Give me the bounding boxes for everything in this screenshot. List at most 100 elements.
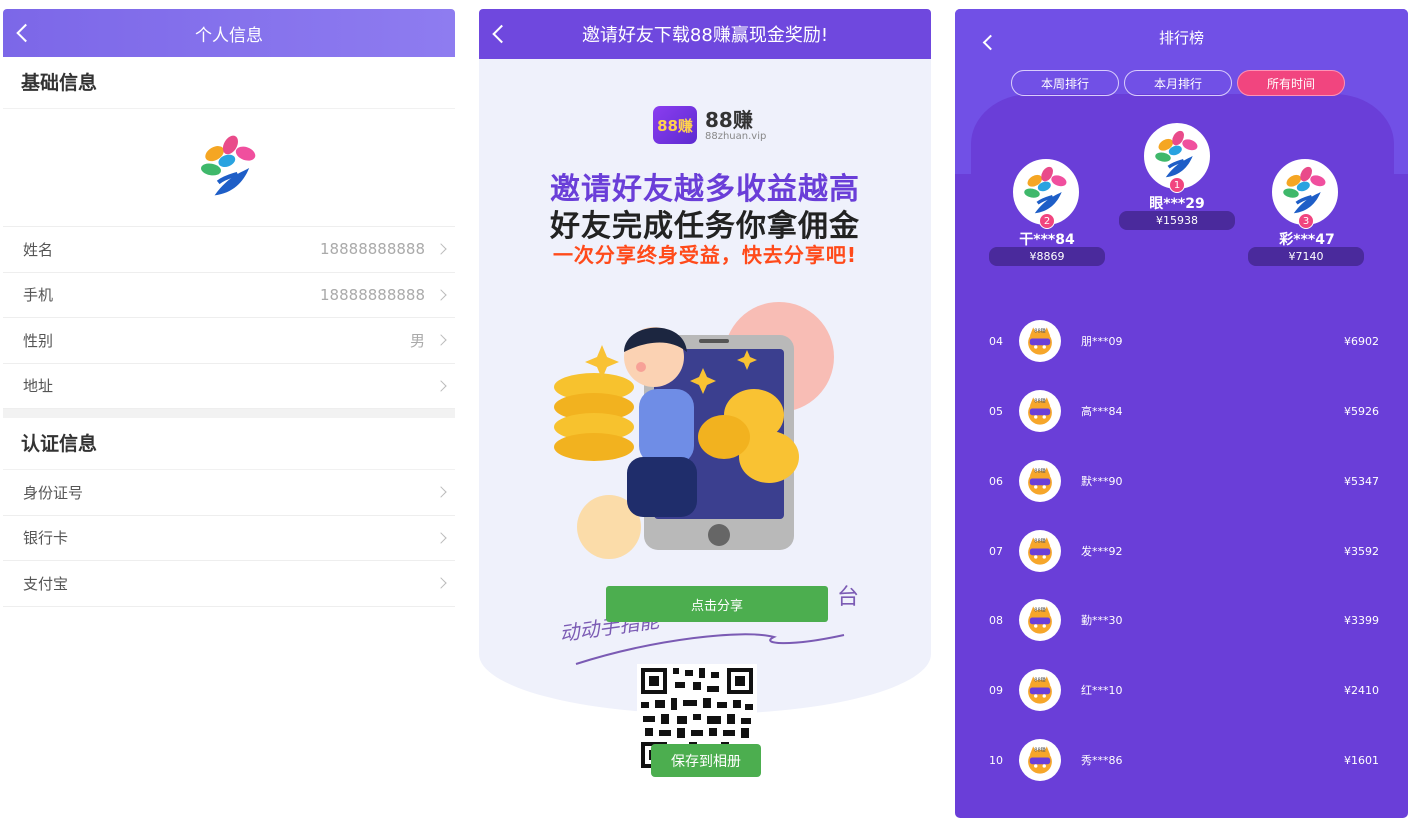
row-rank: 04 xyxy=(989,334,1003,348)
avatar xyxy=(1019,320,1061,362)
invite-header: 邀请好友下载88赚赢现金奖励! xyxy=(479,9,931,59)
app-logo-icon: 88赚 xyxy=(653,106,697,144)
row-address[interactable]: 地址 xyxy=(3,364,455,409)
cat-avatar-icon xyxy=(1023,743,1057,777)
avatar xyxy=(1149,128,1205,184)
row-amount: ¥3592 xyxy=(1344,544,1379,558)
cat-avatar-icon xyxy=(1023,394,1057,428)
row-value: 男 xyxy=(409,331,425,350)
invite-poster: 88赚 88赚 88zhuan.vip 邀请好友越多收益越高 好友完成任务你拿佣… xyxy=(479,59,931,714)
row-label: 地址 xyxy=(23,377,54,396)
row-phone[interactable]: 手机 18888888888 xyxy=(3,273,455,318)
leaderboard-row[interactable]: 04 朋***09 ¥6902 xyxy=(955,319,1408,363)
logo-badge-text: 88赚 xyxy=(657,116,693,135)
chevron-right-icon xyxy=(435,486,447,498)
tab-weekly[interactable]: 本周排行 xyxy=(1011,70,1119,96)
row-label: 姓名 xyxy=(23,240,54,259)
row-amount: ¥5926 xyxy=(1344,404,1379,418)
avatar xyxy=(1019,599,1061,641)
row-name: 红***10 xyxy=(1081,684,1123,697)
row-name[interactable]: 姓名 18888888888 xyxy=(3,227,455,273)
logo-name: 88赚 xyxy=(705,107,753,132)
leaderboard-screen: 排行榜 本周排行 本月排行 所有时间 1 眼***29 ¥15938 2 干**… xyxy=(955,9,1408,818)
row-label: 身份证号 xyxy=(23,483,84,502)
logo-url: 88zhuan.vip xyxy=(705,130,767,142)
row-amount: ¥2410 xyxy=(1344,683,1379,697)
chevron-right-icon xyxy=(435,532,447,544)
row-name: 朋***09 xyxy=(1081,335,1123,348)
avatar xyxy=(1019,739,1061,781)
row-id-card[interactable]: 身份证号 xyxy=(3,470,455,516)
cat-avatar-icon xyxy=(1023,534,1057,568)
row-label: 银行卡 xyxy=(23,529,69,548)
row-name: 发***92 xyxy=(1081,545,1123,558)
tab-monthly[interactable]: 本月排行 xyxy=(1124,70,1232,96)
leaderboard-row[interactable]: 07 发***92 ¥3592 xyxy=(955,529,1408,573)
auth-info-heading: 认证信息 xyxy=(3,418,455,470)
row-rank: 07 xyxy=(989,544,1003,558)
podium-name-3: 彩***47 xyxy=(1279,232,1335,248)
share-button[interactable]: 点击分享 xyxy=(606,586,828,622)
row-name: 秀***86 xyxy=(1081,754,1123,767)
avatar xyxy=(1019,390,1061,432)
avatar xyxy=(1018,164,1074,220)
row-label: 手机 xyxy=(23,286,54,305)
row-amount: ¥5347 xyxy=(1344,474,1379,488)
leaderboard-row[interactable]: 06 默***90 ¥5347 xyxy=(955,459,1408,503)
row-gender[interactable]: 性别 男 xyxy=(3,318,455,364)
row-name: 勤***30 xyxy=(1081,614,1123,627)
profile-screen: 个人信息 基础信息 姓名 18888888888 手机 18888888888 … xyxy=(3,9,455,821)
row-amount: ¥3399 xyxy=(1344,613,1379,627)
swoosh-decoration xyxy=(575,633,845,665)
row-name: 默***90 xyxy=(1081,475,1123,488)
app-logo: 88赚 88赚 88zhuan.vip xyxy=(653,106,766,144)
leaderboard-row[interactable]: 10 秀***86 ¥1601 xyxy=(955,738,1408,782)
podium-amount-2: ¥8869 xyxy=(989,247,1105,266)
row-label: 性别 xyxy=(23,331,54,350)
row-amount: ¥1601 xyxy=(1344,753,1379,767)
leaderboard-row[interactable]: 08 勤***30 ¥3399 xyxy=(955,598,1408,642)
coins-illustration xyxy=(554,302,834,559)
podium-amount-3: ¥7140 xyxy=(1248,247,1364,266)
row-bank-card[interactable]: 银行卡 xyxy=(3,516,455,561)
podium-name-2: 干***84 xyxy=(1019,232,1075,248)
chevron-right-icon xyxy=(435,289,447,301)
invite-screen: 邀请好友下载88赚赢现金奖励! 88赚 88赚 88zhuan.vip 邀请好友… xyxy=(479,9,931,821)
chevron-right-icon xyxy=(435,577,447,589)
avatar xyxy=(1019,669,1061,711)
page-title: 邀请好友下载88赚赢现金奖励! xyxy=(581,25,829,46)
profile-header: 个人信息 xyxy=(3,9,455,57)
podium-name-1: 眼***29 xyxy=(1149,196,1205,212)
row-value: 18888888888 xyxy=(320,285,425,304)
cat-avatar-icon xyxy=(1023,603,1057,637)
avatar xyxy=(1019,460,1061,502)
chevron-right-icon xyxy=(435,243,447,255)
page-title: 排行榜 xyxy=(1158,29,1204,47)
avatar[interactable] xyxy=(193,132,265,204)
row-amount: ¥6902 xyxy=(1344,334,1379,348)
row-value: 18888888888 xyxy=(320,240,425,259)
leaderboard-row[interactable]: 09 红***10 ¥2410 xyxy=(955,668,1408,712)
back-arrow-icon[interactable] xyxy=(16,23,35,43)
page-title: 个人信息 xyxy=(195,25,263,46)
rank-badge-2: 2 xyxy=(1039,213,1055,229)
row-alipay[interactable]: 支付宝 xyxy=(3,561,455,607)
leaderboard-row[interactable]: 05 高***84 ¥5926 xyxy=(955,389,1408,433)
back-arrow-icon[interactable] xyxy=(492,24,511,44)
row-rank: 05 xyxy=(989,404,1003,418)
row-rank: 08 xyxy=(989,613,1003,627)
row-label: 支付宝 xyxy=(23,574,69,593)
headline-3: 一次分享终身受益，快去分享吧! xyxy=(552,243,858,267)
tab-all-time[interactable]: 所有时间 xyxy=(1237,70,1345,96)
avatar xyxy=(1019,530,1061,572)
cat-avatar-icon xyxy=(1023,673,1057,707)
chevron-right-icon xyxy=(435,380,447,392)
cat-avatar-icon xyxy=(1023,464,1057,498)
row-rank: 10 xyxy=(989,753,1003,767)
rank-badge-1: 1 xyxy=(1169,177,1185,193)
cat-avatar-icon xyxy=(1023,324,1057,358)
avatar-row[interactable] xyxy=(3,109,455,227)
rank-badge-3: 3 xyxy=(1298,213,1314,229)
save-to-album-button[interactable]: 保存到相册 xyxy=(651,744,761,777)
row-name: 高***84 xyxy=(1081,405,1123,418)
